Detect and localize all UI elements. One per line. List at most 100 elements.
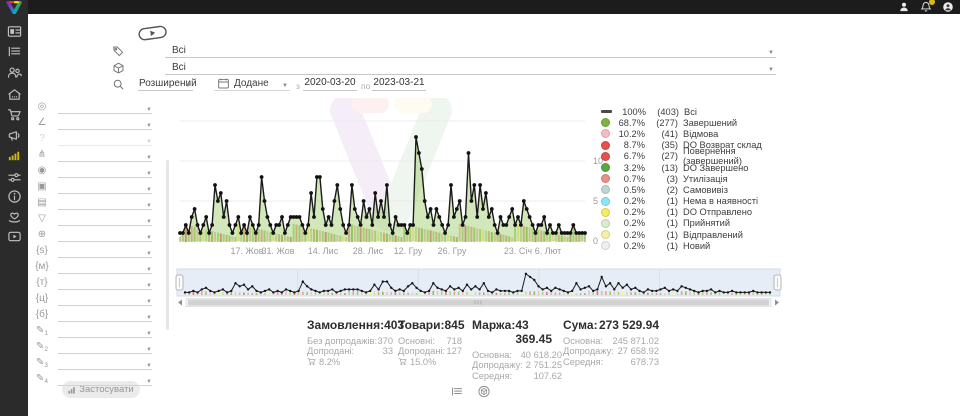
product-filter-select[interactable]: ▼ bbox=[58, 180, 152, 194]
chevron-down-icon: ▼ bbox=[146, 331, 152, 337]
date-from-label: з bbox=[296, 81, 300, 91]
hierarchy-filter-select[interactable]: ▼ bbox=[58, 148, 152, 162]
field-t-filter-select[interactable]: ▼ bbox=[58, 276, 152, 290]
legend-item[interactable]: 10.2%(41)Відмова bbox=[601, 128, 783, 139]
chart-navigator[interactable] bbox=[175, 268, 785, 310]
scroll-left-arrow[interactable] bbox=[178, 300, 182, 306]
status-group-select[interactable]: Всі ▼ bbox=[165, 44, 776, 58]
topbar bbox=[0, 0, 960, 14]
sidebar-item-dashboard[interactable] bbox=[6, 26, 22, 42]
products-toggle[interactable] bbox=[477, 385, 493, 399]
custom-field-2-filter: ✎2 ▼ bbox=[34, 340, 160, 355]
sidebar-item-marketing[interactable] bbox=[6, 130, 22, 146]
field-b-filter-select[interactable]: ▼ bbox=[58, 308, 152, 322]
svg-text:14. Лис: 14. Лис bbox=[308, 246, 339, 256]
hierarchy-filter: ⋔▼ bbox=[34, 148, 160, 163]
status-filter-select[interactable]: ▼ bbox=[58, 100, 152, 114]
sidebar-item-video-lessons[interactable] bbox=[6, 231, 22, 247]
field-c-filter-select[interactable]: ▼ bbox=[58, 292, 152, 306]
legend-item[interactable]: 0.2%(1)Новий bbox=[601, 240, 783, 251]
stat-column: Маржа:43 369.45Основна:40 618.20Допродаж… bbox=[472, 318, 562, 381]
legend-item[interactable]: 68.7%(277)Завершений bbox=[601, 117, 783, 128]
custom-field-4-filter-icon: ✎4 bbox=[34, 372, 50, 385]
orders-list-toggle[interactable] bbox=[450, 385, 466, 399]
app-window: Всі ▼ Всі ▼ Розширений ▼ Додане bbox=[0, 0, 960, 416]
sidebar-item-clients[interactable] bbox=[6, 67, 22, 83]
legend-label: Самовивіз bbox=[683, 185, 728, 195]
legend-percent: 100% bbox=[616, 107, 646, 117]
scroll-right-arrow[interactable] bbox=[775, 300, 779, 306]
navigator-handle-left[interactable] bbox=[176, 275, 183, 290]
panel-scrollbar[interactable] bbox=[166, 160, 169, 330]
legend-count: (1) bbox=[650, 230, 678, 240]
custom-field-3-filter-select[interactable]: ▼ bbox=[58, 356, 152, 370]
date-field-select[interactable]: Додане ▼ bbox=[214, 77, 290, 91]
legend-item[interactable]: 100%(403)Всі bbox=[601, 106, 783, 117]
list-icon bbox=[450, 385, 464, 402]
legend-percent: 3.2% bbox=[615, 163, 645, 173]
custom-field-2-filter-select[interactable]: ▼ bbox=[58, 340, 152, 354]
legend-count: (403) bbox=[651, 107, 679, 117]
legend-line-swatch bbox=[601, 110, 612, 113]
svg-text:6. Лют: 6. Лют bbox=[535, 246, 562, 256]
person-filter-select[interactable]: ▼ bbox=[58, 164, 152, 178]
chevron-down-icon: ▼ bbox=[146, 299, 152, 305]
legend-percent: 0.5% bbox=[615, 185, 645, 195]
search-mode-select[interactable]: Розширений ▼ bbox=[138, 77, 193, 91]
funnel-filter-select[interactable]: ▼ bbox=[58, 212, 152, 226]
sidebar-item-statistics[interactable] bbox=[6, 150, 22, 166]
legend-item[interactable]: 0.2%(1)Відправлений bbox=[601, 229, 783, 240]
legend-item[interactable]: 0.2%(1)Нема в наявності bbox=[601, 196, 783, 207]
field-s-filter-select[interactable]: ▼ bbox=[58, 244, 152, 258]
legend-count: (3) bbox=[650, 174, 678, 184]
date-from-input[interactable]: 2020-03-20 bbox=[303, 77, 357, 91]
account-avatar[interactable] bbox=[942, 1, 954, 13]
source-filter: ⊕▼ bbox=[34, 228, 160, 243]
legend-count: (1) bbox=[650, 196, 678, 206]
sidebar-item-info[interactable] bbox=[6, 191, 22, 207]
legend-item[interactable]: 0.2%(1)DO Отправлено bbox=[601, 207, 783, 218]
svg-text:28. Лис: 28. Лис bbox=[353, 246, 384, 256]
custom-field-2-filter-icon: ✎2 bbox=[34, 340, 50, 353]
video-overview-button[interactable] bbox=[137, 24, 169, 41]
custom-field-1-filter-select[interactable]: ▼ bbox=[58, 324, 152, 338]
source-filter-select[interactable]: ▼ bbox=[58, 228, 152, 242]
sidebar-item-store[interactable] bbox=[6, 89, 22, 105]
legend-dot-swatch bbox=[601, 141, 610, 150]
help-filter-select[interactable]: ▼ bbox=[58, 132, 152, 146]
payment-filter: ▤▼ bbox=[34, 196, 160, 211]
legend-label: Новий bbox=[683, 241, 710, 251]
payment-filter-select[interactable]: ▼ bbox=[58, 196, 152, 210]
date-to-input[interactable]: 2023-03-21 bbox=[372, 77, 426, 91]
custom-field-4-filter-select[interactable]: ▼ bbox=[58, 372, 152, 386]
sidebar-item-orders[interactable] bbox=[6, 46, 22, 62]
legend-item[interactable]: 6.7%(27)Повернення (завершений) bbox=[601, 151, 783, 162]
stat-value: 273 529.94 bbox=[599, 318, 659, 332]
search-icon[interactable] bbox=[112, 78, 125, 91]
custom-field-3-filter-icon: ✎3 bbox=[34, 356, 50, 369]
notifications-bell-icon[interactable] bbox=[920, 1, 932, 13]
info-icon bbox=[7, 189, 22, 209]
legend-item[interactable]: 0.7%(3)Утилізація bbox=[601, 173, 783, 184]
sidebar-item-purchases[interactable] bbox=[6, 109, 22, 125]
trend-filter: ∠▼ bbox=[34, 116, 160, 131]
legend-item[interactable]: 0.5%(2)Самовивіз bbox=[601, 184, 783, 195]
product-group-select[interactable]: Всі ▼ bbox=[165, 61, 776, 75]
stat-sub-label: Допродані: bbox=[307, 346, 354, 356]
sidebar-item-integrations[interactable] bbox=[6, 172, 22, 188]
user-icon[interactable] bbox=[898, 1, 910, 13]
chevron-down-icon: ▼ bbox=[282, 83, 288, 89]
navigator-handle-right[interactable] bbox=[774, 275, 781, 290]
trend-filter-select[interactable]: ▼ bbox=[58, 116, 152, 130]
legend-dot-swatch bbox=[601, 197, 610, 206]
status-filter: ◎▼ bbox=[34, 100, 160, 115]
stat-sub-value: 107.62 bbox=[534, 371, 562, 381]
app-logo-icon[interactable] bbox=[4, 1, 24, 14]
chevron-down-icon: ▼ bbox=[146, 235, 152, 241]
legend-label: Відмова bbox=[683, 129, 718, 139]
field-m-filter-select[interactable]: ▼ bbox=[58, 260, 152, 274]
sidebar-item-loyalty[interactable] bbox=[6, 211, 22, 227]
legend-label: DO Завершено bbox=[683, 163, 748, 173]
legend-percent: 68.7% bbox=[615, 118, 645, 128]
legend-item[interactable]: 0.2%(1)Прийнятий bbox=[601, 218, 783, 229]
